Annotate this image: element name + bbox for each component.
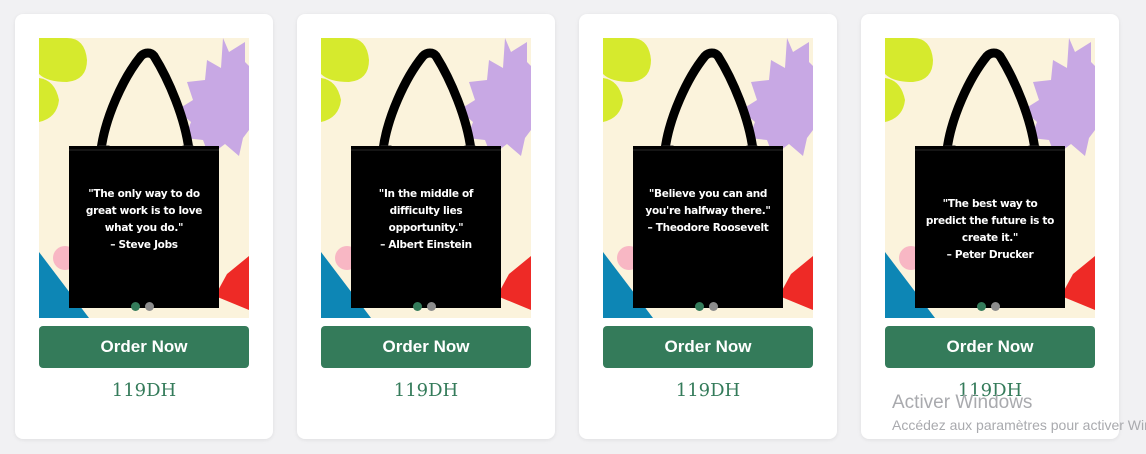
watermark-title: Activer Windows [892,392,1033,413]
carousel-dots [413,298,441,311]
product-image-tote-bag[interactable]: "In the middle of difficulty lies opport… [321,38,531,318]
quote-author: – Theodore Roosevelt [647,222,769,234]
watermark-subtitle: Accédez aux paramètres pour activer Wind… [892,417,1146,433]
quote-line: you're halfway there." [645,205,771,217]
carousel-dots [131,298,159,311]
carousel-dot-inactive-icon[interactable] [145,302,154,311]
carousel-dot-inactive-icon[interactable] [427,302,436,311]
product-image-tote-bag[interactable]: "The best way to predict the future is t… [885,38,1095,318]
order-now-button[interactable]: Order Now [321,326,531,368]
product-price: 119DH [393,380,459,401]
carousel-dot-active-icon[interactable] [413,302,422,311]
product-image-tote-bag[interactable]: "Believe you can and you're halfway ther… [603,38,813,318]
product-image-tote-bag[interactable]: "The only way to do great work is to lov… [39,38,249,318]
quote-line: "The best way to [942,198,1038,210]
bag-quote: "The only way to do great work is to lov… [75,186,213,254]
quote-author: – Steve Jobs [110,239,178,251]
quote-line: "Believe you can and [648,188,768,200]
product-price: 119DH [111,380,177,401]
order-now-button[interactable]: Order Now [603,326,813,368]
carousel-dots [695,298,723,311]
quote-author: – Peter Drucker [946,249,1034,261]
quote-line: opportunity." [388,222,464,234]
carousel-dot-inactive-icon[interactable] [709,302,718,311]
carousel-dot-active-icon[interactable] [695,302,704,311]
quote-author: – Albert Einstein [380,239,472,251]
product-price: 119DH [675,380,741,401]
quote-line: "The only way to do [88,188,200,200]
tote-bag-illustration [321,38,531,318]
bag-quote: "In the middle of difficulty lies opport… [357,186,495,254]
carousel-dot-active-icon[interactable] [131,302,140,311]
quote-line: "In the middle of [378,188,474,200]
tote-bag-illustration [885,38,1095,318]
quote-line: great work is to love [85,205,203,217]
carousel-dot-inactive-icon[interactable] [991,302,1000,311]
order-now-button[interactable]: Order Now [39,326,249,368]
tote-bag-illustration [603,38,813,318]
quote-line: difficulty lies [389,205,463,217]
product-card: "The best way to predict the future is t… [861,14,1119,439]
carousel-dot-active-icon[interactable] [977,302,986,311]
order-now-button[interactable]: Order Now [885,326,1095,368]
product-card: "In the middle of difficulty lies opport… [297,14,555,439]
bag-quote: "The best way to predict the future is t… [921,196,1059,264]
windows-activation-watermark: Activer Windows Accédez aux paramètres p… [892,392,1146,434]
quote-line: predict the future is to [925,215,1055,227]
quote-line: what you do." [104,222,184,234]
quote-line: create it." [961,232,1019,244]
carousel-dots [977,298,1005,311]
product-card: "The only way to do great work is to lov… [15,14,273,439]
bag-quote: "Believe you can and you're halfway ther… [639,186,777,237]
tote-bag-illustration [39,38,249,318]
product-card: "Believe you can and you're halfway ther… [579,14,837,439]
